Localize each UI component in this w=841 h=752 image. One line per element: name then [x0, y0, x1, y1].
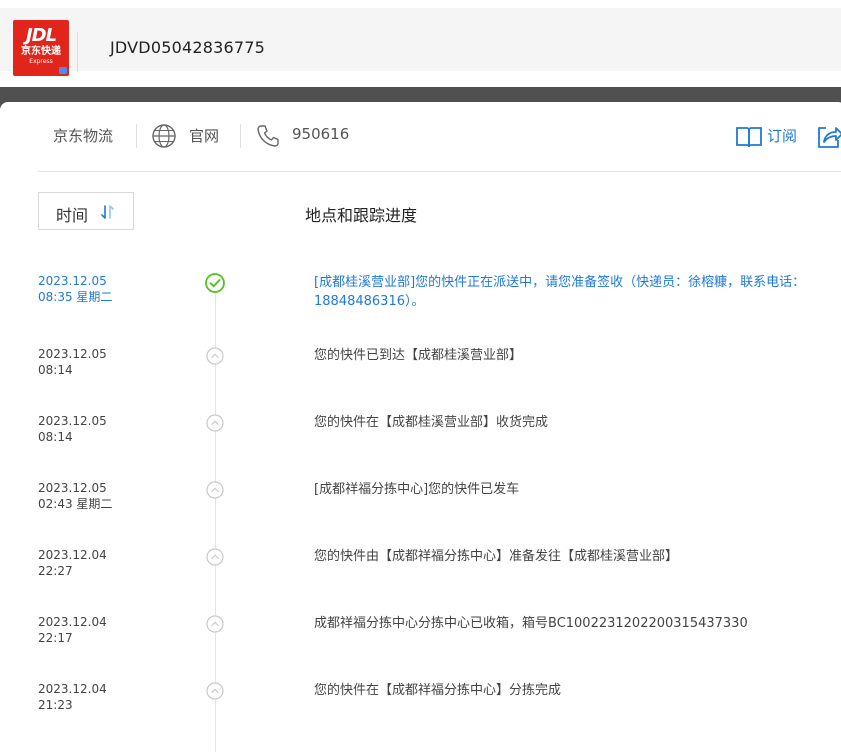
chevron-up-circle-icon	[206, 548, 224, 566]
event-datetime: 2023.12.05 08:14	[38, 346, 107, 378]
event-date: 2023.12.05	[38, 347, 107, 361]
tracking-panel: 京东物流 官网 950616 订阅 时间 地点和跟踪进度 2023.12.05 …	[0, 102, 841, 752]
event-date: 2023.12.05	[38, 414, 107, 428]
jdl-logo: JDL 京东快递 Express	[13, 20, 69, 76]
time-column-label: 时间	[56, 206, 89, 225]
website-link[interactable]: 官网	[189, 125, 219, 146]
event-time: 08:35 星期二	[38, 290, 113, 304]
hotline-number[interactable]: 950616	[292, 125, 349, 143]
event-datetime: 2023.12.05 02:43 星期二	[38, 480, 112, 512]
info-divider	[136, 124, 137, 148]
carrier-name: 京东物流	[53, 127, 114, 145]
event-time: 22:27	[38, 564, 73, 578]
event-date: 2023.12.04	[38, 682, 107, 696]
header-bar: JDL 京东快递 Express JDVD05042836775	[0, 8, 841, 76]
sort-icon	[101, 205, 114, 219]
phone-icon	[257, 125, 279, 147]
event-date: 2023.12.04	[38, 615, 107, 629]
share-icon[interactable]	[816, 124, 841, 150]
chevron-up-circle-icon	[206, 481, 224, 499]
event-datetime: 2023.12.04 22:17	[38, 614, 107, 646]
event-time: 22:17	[38, 631, 73, 645]
logo-text-primary: JDL	[25, 25, 57, 46]
chevron-up-circle-icon	[206, 615, 224, 633]
event-message: [成都祥福分拣中心]您的快件已发车	[314, 482, 520, 497]
event-datetime: 2023.12.05 08:35 星期二	[38, 273, 112, 305]
time-sort-button[interactable]: 时间	[38, 192, 134, 230]
subscribe-button[interactable]: 订阅	[767, 125, 797, 146]
chevron-up-circle-icon	[206, 414, 224, 432]
chevron-up-circle-icon	[206, 347, 224, 365]
subscribe-book-icon[interactable]	[735, 124, 763, 150]
event-message: 您的快件在【成都祥福分拣中心】分拣完成	[314, 683, 562, 698]
info-bar-rule	[38, 171, 841, 172]
event-date: 2023.12.05	[38, 274, 107, 288]
tracking-number: JDVD05042836775	[110, 38, 265, 57]
event-message: 您的快件在【成都桂溪营业部】收货完成	[314, 415, 549, 430]
progress-column-title: 地点和跟踪进度	[305, 206, 418, 225]
event-time: 08:14	[38, 363, 73, 377]
event-message: 您的快件由【成都祥福分拣中心】准备发往【成都桂溪营业部】	[314, 549, 679, 564]
event-datetime: 2023.12.05 08:14	[38, 413, 107, 445]
event-message: [成都桂溪营业部]您的快件正在派送中，请您准备签收（快递员：徐榕糠，联系电话：1…	[314, 275, 806, 309]
logo-text-secondary: 京东快递	[21, 46, 61, 57]
event-datetime: 2023.12.04 21:23	[38, 681, 107, 713]
event-time: 08:14	[38, 430, 73, 444]
header-divider	[77, 32, 78, 72]
event-datetime: 2023.12.04 22:27	[38, 547, 107, 579]
chevron-up-circle-icon	[206, 682, 224, 700]
info-divider	[240, 124, 241, 148]
event-date: 2023.12.04	[38, 548, 107, 562]
event-time: 02:43 星期二	[38, 497, 113, 511]
event-date: 2023.12.05	[38, 481, 107, 495]
globe-icon[interactable]	[151, 123, 177, 149]
logo-text-tertiary: Express	[29, 58, 53, 65]
event-message: 成都祥福分拣中心分拣中心已收箱，箱号BC10022312022003154373…	[314, 616, 748, 631]
event-time: 21:23	[38, 698, 73, 712]
carrier-info-bar: 京东物流 官网 950616 订阅	[0, 102, 841, 172]
check-circle-icon	[205, 273, 225, 293]
logo-corner-mark	[59, 67, 67, 74]
event-message: 您的快件已到达【成都桂溪营业部】	[314, 348, 523, 363]
